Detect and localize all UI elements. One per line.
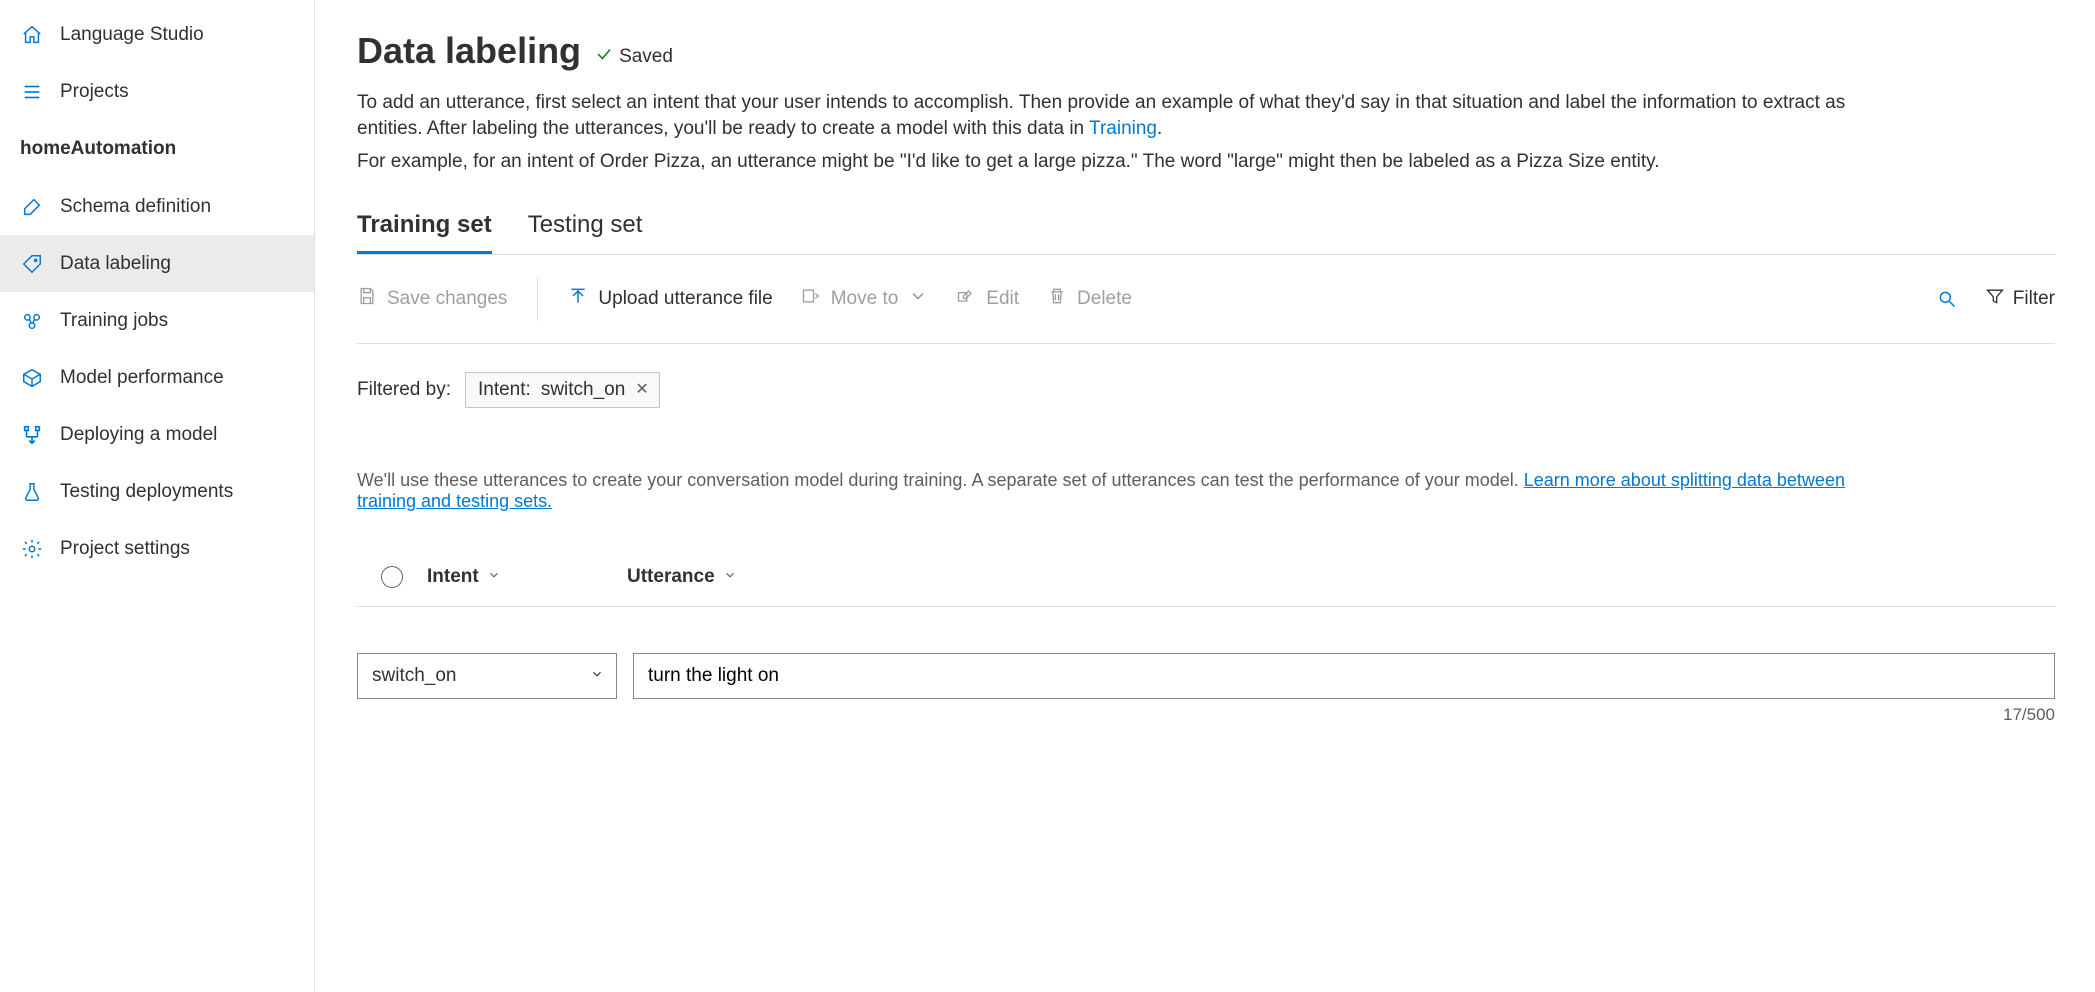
sidebar-item-deploying[interactable]: Deploying a model <box>0 406 314 463</box>
chevron-down-icon <box>723 566 737 588</box>
flask-icon <box>20 480 44 504</box>
intent-select[interactable]: switch_on <box>357 653 617 699</box>
delete-button[interactable]: Delete <box>1047 286 1132 312</box>
upload-icon <box>568 286 588 312</box>
cube-icon <box>20 366 44 390</box>
saved-label: Saved <box>619 46 673 68</box>
table-header: Intent Utterance <box>357 536 2055 607</box>
pencil-box-icon <box>20 195 44 219</box>
tab-training-set[interactable]: Training set <box>357 205 492 254</box>
chevron-down-icon <box>590 665 604 687</box>
tab-testing-set[interactable]: Testing set <box>528 205 643 254</box>
column-header-intent[interactable]: Intent <box>427 566 627 588</box>
sidebar-item-language-studio[interactable]: Language Studio <box>0 6 314 63</box>
sidebar-item-label: Deploying a model <box>60 424 217 446</box>
move-icon <box>801 286 821 312</box>
sidebar-item-label: Schema definition <box>60 196 211 218</box>
description-paragraph-2: For example, for an intent of Order Pizz… <box>357 149 1877 175</box>
sidebar-item-schema[interactable]: Schema definition <box>0 178 314 235</box>
new-utterance-row: switch_on <box>357 653 2055 699</box>
filter-chip-prefix: Intent: <box>478 379 531 401</box>
utterance-input[interactable] <box>633 653 2055 699</box>
toolbar: Save changes Upload utterance file Move … <box>357 255 2055 344</box>
deploy-icon <box>20 423 44 447</box>
toolbar-separator <box>537 277 538 321</box>
gear-icon <box>20 537 44 561</box>
filter-row: Filtered by: Intent: switch_on ✕ <box>357 344 2055 416</box>
close-icon[interactable]: ✕ <box>635 382 648 398</box>
save-changes-button[interactable]: Save changes <box>357 286 507 312</box>
sidebar-item-label: Training jobs <box>60 310 168 332</box>
description-paragraph-1: To add an utterance, first select an int… <box>357 90 1877 141</box>
sidebar-item-label: Language Studio <box>60 24 204 46</box>
intent-select-value: switch_on <box>372 665 457 687</box>
sidebar: Language Studio Projects homeAutomation … <box>0 0 315 992</box>
sidebar-item-project-settings[interactable]: Project settings <box>0 520 314 577</box>
home-icon <box>20 23 44 47</box>
sidebar-item-testing-deployments[interactable]: Testing deployments <box>0 463 314 520</box>
filter-icon <box>1985 286 2005 312</box>
list-icon <box>20 80 44 104</box>
project-name: homeAutomation <box>0 120 314 178</box>
char-counter: 17/500 <box>357 705 2055 725</box>
sidebar-item-data-labeling[interactable]: Data labeling <box>0 235 314 292</box>
brain-icon <box>20 309 44 333</box>
save-icon <box>357 286 377 312</box>
chevron-down-icon <box>487 566 501 588</box>
chevron-down-icon <box>908 286 928 312</box>
tag-icon <box>20 252 44 276</box>
sidebar-item-label: Model performance <box>60 367 224 389</box>
move-to-button[interactable]: Move to <box>801 286 929 312</box>
search-button[interactable] <box>1937 289 1957 309</box>
sidebar-item-label: Testing deployments <box>60 481 233 503</box>
trash-icon <box>1047 286 1067 312</box>
checkmark-icon <box>595 45 613 69</box>
upload-utterance-button[interactable]: Upload utterance file <box>568 286 772 312</box>
sidebar-item-label: Data labeling <box>60 253 171 275</box>
sidebar-item-label: Projects <box>60 81 129 103</box>
sidebar-item-model-performance[interactable]: Model performance <box>0 349 314 406</box>
filtered-by-label: Filtered by: <box>357 379 451 401</box>
sidebar-item-label: Project settings <box>60 538 190 560</box>
edit-icon <box>956 286 976 312</box>
saved-status: Saved <box>595 45 673 69</box>
page-title: Data labeling <box>357 30 581 72</box>
info-text: We'll use these utterances to create you… <box>357 470 1877 512</box>
filter-button[interactable]: Filter <box>1985 286 2055 312</box>
sidebar-item-training-jobs[interactable]: Training jobs <box>0 292 314 349</box>
filter-chip-intent[interactable]: Intent: switch_on ✕ <box>465 372 660 408</box>
select-all-checkbox[interactable] <box>381 566 403 588</box>
dataset-tabs: Training set Testing set <box>357 205 2055 254</box>
sidebar-item-projects[interactable]: Projects <box>0 63 314 120</box>
column-header-utterance[interactable]: Utterance <box>627 566 737 588</box>
filter-chip-value: switch_on <box>541 379 626 401</box>
main-content: Data labeling Saved To add an utterance,… <box>315 0 2095 992</box>
training-link[interactable]: Training <box>1089 118 1157 139</box>
edit-button[interactable]: Edit <box>956 286 1019 312</box>
